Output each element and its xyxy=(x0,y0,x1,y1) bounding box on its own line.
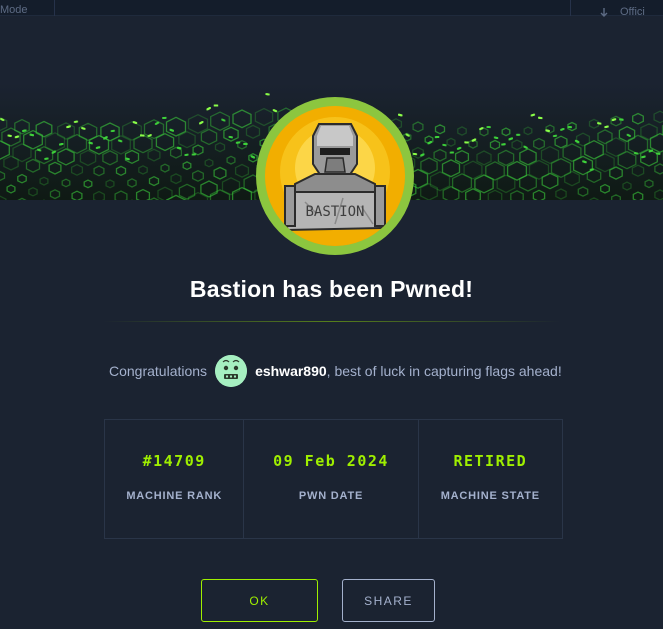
stat-label: PWN DATE xyxy=(298,490,364,502)
mode-label: Mode xyxy=(0,4,28,16)
stat-label: MACHINE RANK xyxy=(126,490,223,502)
congrats-prefix: Congratulations xyxy=(109,363,208,379)
share-button[interactable]: SHARE xyxy=(342,579,435,622)
machine-avatar-icon: BASTION xyxy=(265,106,405,246)
stat-label: MACHINE STATE xyxy=(440,490,540,502)
ok-button[interactable]: OK xyxy=(201,579,318,622)
congrats-suffix: , best of luck in capturing flags ahead! xyxy=(326,363,562,379)
stat-value: #14709 xyxy=(142,452,206,470)
topbar-divider-left xyxy=(54,0,55,16)
machine-avatar: BASTION xyxy=(256,97,414,255)
modal-title: Bastion has been Pwned! xyxy=(189,276,474,302)
user-avatar-icon xyxy=(215,355,248,387)
machine-sign-text: BASTION xyxy=(305,204,364,220)
stat-machine-state: RETIRED MACHINE STATE xyxy=(419,420,562,538)
official-label: Offici xyxy=(620,6,645,16)
congrats-message: Congratulations eshwar890 , best of luck… xyxy=(109,355,579,387)
stats-panel: #14709 MACHINE RANK 09 Feb 2024 PWN DATE… xyxy=(104,419,563,539)
download-icon xyxy=(598,4,610,17)
title-divider xyxy=(103,321,560,322)
stat-value: 09 Feb 2024 xyxy=(273,452,389,470)
stat-value: RETIRED xyxy=(453,452,528,470)
stat-machine-rank: #14709 MACHINE RANK xyxy=(105,420,245,538)
topbar-divider-right xyxy=(570,0,571,16)
background-topbar: Mode Offici xyxy=(0,0,663,17)
stat-pwn-date: 09 Feb 2024 PWN DATE xyxy=(244,420,419,538)
username[interactable]: eshwar890 xyxy=(255,363,327,379)
